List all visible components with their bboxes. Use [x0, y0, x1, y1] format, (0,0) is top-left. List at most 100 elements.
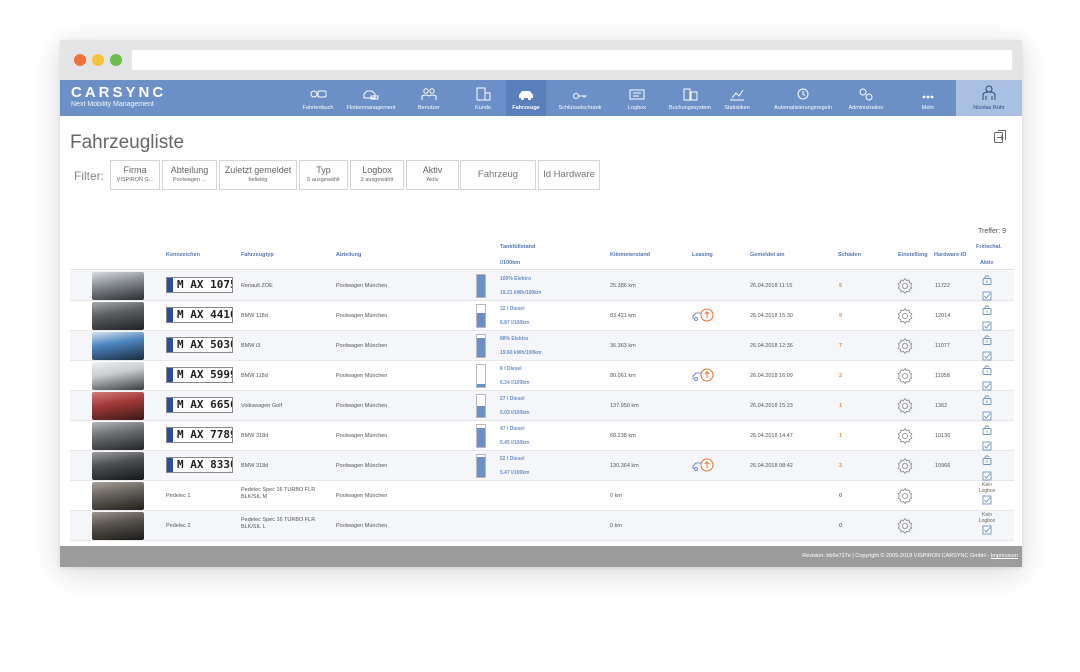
- unlock-icon[interactable]: [982, 304, 992, 315]
- table-row[interactable]: Pedelec 1 Pedelec Spec 16 TURBO FLR BLK/S…: [70, 481, 1014, 511]
- filter-abteilung[interactable]: Abteilung Poolwagen ...: [162, 160, 217, 190]
- damage-count[interactable]: 0: [839, 523, 842, 529]
- vehicle-photo[interactable]: [92, 392, 144, 420]
- table-row[interactable]: M AX 5030 BMW i3 Poolwagen München 88% Elek…: [70, 331, 1014, 361]
- nav-item-buchungssystem[interactable]: Buchungssystem: [663, 80, 717, 116]
- filter-zuletzt-gemeldet[interactable]: Zuletzt gemeldet beliebig: [219, 160, 297, 190]
- nav-item-kunde[interactable]: Kunde: [463, 80, 503, 116]
- active-checkbox[interactable]: [982, 495, 992, 505]
- nav-item-fahrzeuge[interactable]: Fahrzeuge: [506, 80, 546, 116]
- col-fahrzeugtyp[interactable]: Fahrzeugtyp: [241, 252, 274, 258]
- consumption: 6.87 l/100km: [500, 320, 530, 326]
- active-checkbox[interactable]: [982, 471, 992, 481]
- nav-item-statistiken[interactable]: Statistiken: [714, 80, 760, 116]
- vehicle-photo[interactable]: [92, 302, 144, 330]
- consumption: 6.34 l/100km: [500, 380, 530, 386]
- table-row[interactable]: M AX 8330 BMW 318d Poolwagen München 52 l D…: [70, 451, 1014, 481]
- unlock-icon[interactable]: [982, 274, 992, 285]
- col-schaeden[interactable]: Schäden: [838, 252, 861, 258]
- impressum-link[interactable]: Impressum: [991, 553, 1018, 559]
- nav-item-schlüsselschrank[interactable]: Schlüsselschrank: [550, 80, 610, 116]
- close-window-dot[interactable]: [74, 54, 86, 66]
- unlock-icon[interactable]: [982, 394, 992, 405]
- active-checkbox[interactable]: [982, 441, 992, 451]
- vehicle-photo[interactable]: [92, 332, 144, 360]
- col-kennzeichen[interactable]: Kennzeichen: [166, 252, 200, 258]
- damage-count[interactable]: 1: [839, 403, 842, 409]
- settings-gear-icon[interactable]: [897, 277, 913, 295]
- vehicle-photo[interactable]: [92, 362, 144, 390]
- nav-item-fahrtenbuch[interactable]: Fahrtenbuch: [296, 80, 340, 116]
- col-gemeldet-am[interactable]: Gemeldet am: [750, 252, 785, 258]
- vehicle-photo[interactable]: [92, 452, 144, 480]
- address-bar[interactable]: [132, 50, 1012, 70]
- settings-gear-icon[interactable]: [897, 307, 913, 325]
- leasing-icon[interactable]: [692, 458, 714, 472]
- vehicle-photo[interactable]: [92, 272, 144, 300]
- col-verbrauch[interactable]: l/100km: [500, 260, 520, 266]
- table-row[interactable]: M AX 5999 BMW 118d Poolwagen München 6 l Di…: [70, 361, 1014, 391]
- col-einstellung[interactable]: Einstellung: [898, 252, 928, 258]
- nav-item-benutzer[interactable]: Benutzer: [406, 80, 452, 116]
- active-checkbox[interactable]: [982, 411, 992, 421]
- active-checkbox[interactable]: [982, 321, 992, 331]
- leasing-icon[interactable]: [692, 368, 714, 382]
- damage-count[interactable]: 0: [839, 493, 842, 499]
- filter-typ[interactable]: Typ 5 ausgewählt: [299, 160, 348, 190]
- filter-aktiv[interactable]: Aktiv Aktiv: [406, 160, 459, 190]
- col-leasing[interactable]: Leasing: [692, 252, 713, 258]
- col-freischaltung[interactable]: Freischal.: [976, 244, 1002, 250]
- fuel-level-bar: [476, 394, 486, 418]
- nav-item-flottenmanagement[interactable]: Flottenmanagement: [338, 80, 404, 116]
- settings-gear-icon[interactable]: [897, 337, 913, 355]
- hardware-id-search-input[interactable]: Id Hardware: [538, 160, 600, 190]
- col-kilometerstand[interactable]: Kilometerstand: [610, 252, 650, 258]
- nav-item-mehr[interactable]: Mehr: [900, 80, 956, 116]
- damage-count[interactable]: 3: [839, 463, 842, 469]
- col-tankfuellstand[interactable]: Tankfüllstand: [500, 244, 535, 250]
- damage-count[interactable]: 1: [839, 433, 842, 439]
- table-row[interactable]: M AX 1075E Renault ZOE Poolwagen München 10…: [70, 271, 1014, 301]
- unlock-icon[interactable]: [982, 364, 992, 375]
- active-checkbox[interactable]: [982, 381, 992, 391]
- col-abteilung[interactable]: Abteilung: [336, 252, 361, 258]
- table-row[interactable]: Pedelec 2 Pedelec Spec 16 TURBO FLR BLK/S…: [70, 511, 1014, 541]
- leasing-icon[interactable]: [692, 308, 714, 322]
- export-icon[interactable]: [992, 128, 1008, 144]
- table-row[interactable]: M AX 6656 Volkswagen Golf Poolwagen Münche…: [70, 391, 1014, 421]
- nav-item-administration[interactable]: Administration: [838, 80, 894, 116]
- unlock-icon[interactable]: [982, 334, 992, 345]
- vehicle-search-input[interactable]: Fahrzeug: [460, 160, 536, 190]
- settings-gear-icon[interactable]: [897, 487, 913, 505]
- col-hardware-id[interactable]: Hardware-ID: [934, 252, 966, 258]
- plate-text: M AX 5999: [177, 368, 233, 381]
- vehicle-photo[interactable]: [92, 422, 144, 450]
- vehicle-photo[interactable]: [92, 482, 144, 510]
- unlock-icon[interactable]: [982, 454, 992, 465]
- filter-firma[interactable]: Firma VISPIRON G...: [110, 160, 160, 190]
- active-checkbox[interactable]: [982, 525, 992, 535]
- damage-count[interactable]: 2: [839, 373, 842, 379]
- nav-item-automatisierungsregeln[interactable]: Automatisierungsregeln: [768, 80, 838, 116]
- settings-gear-icon[interactable]: [897, 397, 913, 415]
- settings-gear-icon[interactable]: [897, 367, 913, 385]
- maximize-window-dot[interactable]: [110, 54, 122, 66]
- table-row[interactable]: M AX 4410 BMW 118d Poolwagen München 32 l D…: [70, 301, 1014, 331]
- active-checkbox[interactable]: [982, 291, 992, 301]
- minimize-window-dot[interactable]: [92, 54, 104, 66]
- active-checkbox[interactable]: [982, 351, 992, 361]
- damage-count[interactable]: 5: [839, 283, 842, 289]
- settings-gear-icon[interactable]: [897, 457, 913, 475]
- settings-gear-icon[interactable]: [897, 517, 913, 535]
- nav-item-logbox[interactable]: Logbox: [614, 80, 660, 116]
- settings-gear-icon[interactable]: [897, 427, 913, 445]
- carsync-logo[interactable]: CARSYNC Next Mobility Management: [71, 85, 166, 109]
- damage-count[interactable]: 9: [839, 313, 842, 319]
- filter-logbox[interactable]: Logbox 2 ausgewählt: [350, 160, 404, 190]
- vehicle-photo[interactable]: [92, 512, 144, 540]
- table-row[interactable]: M AX 7789 BMW 318d Poolwagen München 47 l D…: [70, 421, 1014, 451]
- unlock-icon[interactable]: [982, 424, 992, 435]
- user-menu[interactable]: Nicolas Rühr: [956, 80, 1022, 116]
- damage-count[interactable]: 7: [839, 343, 842, 349]
- col-aktiv[interactable]: Aktiv: [980, 260, 993, 266]
